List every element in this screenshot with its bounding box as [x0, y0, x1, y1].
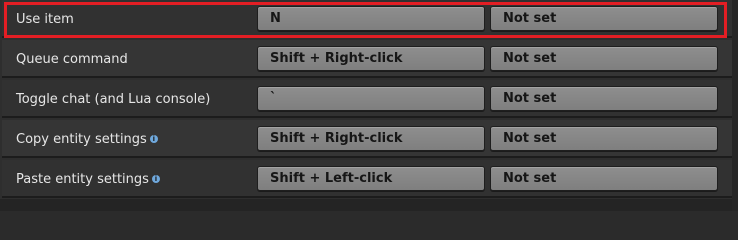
secondary-binding-button[interactable]: Not set [490, 86, 718, 111]
keybinding-label: Toggle chat (and Lua console) [16, 92, 211, 107]
primary-binding-button[interactable]: N [257, 6, 485, 31]
keybindings-panel: Use item N Not set Queue command Shift +… [0, 0, 738, 211]
keybinding-row-use-item: Use item N Not set [2, 0, 732, 38]
row-divider [2, 196, 732, 198]
row-divider [2, 116, 732, 118]
row-divider [2, 156, 732, 158]
row-divider [2, 76, 732, 78]
keybinding-label: Paste entity settings [16, 172, 149, 187]
keybinding-label-wrap: Copy entity settings i [16, 120, 158, 158]
secondary-binding-button[interactable]: Not set [490, 126, 718, 151]
keybinding-row-copy-entity-settings: Copy entity settings i Shift + Right-clic… [2, 120, 732, 158]
secondary-binding-button[interactable]: Not set [490, 166, 718, 191]
keybinding-label: Copy entity settings [16, 132, 147, 147]
keybinding-label: Queue command [16, 52, 128, 67]
primary-binding-button[interactable]: Shift + Right-click [257, 46, 485, 71]
keybinding-label: Use item [16, 12, 74, 27]
row-divider [2, 36, 732, 38]
primary-binding-button[interactable]: Shift + Right-click [257, 126, 485, 151]
secondary-binding-button[interactable]: Not set [490, 46, 718, 71]
keybinding-row-paste-entity-settings: Paste entity settings i Shift + Left-clic… [2, 160, 732, 198]
info-icon[interactable]: i [149, 134, 158, 143]
keybinding-label-wrap: Paste entity settings i [16, 160, 160, 198]
primary-binding-button[interactable]: Shift + Left-click [257, 166, 485, 191]
keybinding-row-toggle-chat: Toggle chat (and Lua console) ` Not set [2, 80, 732, 118]
scrollbar-track [732, 0, 738, 211]
panel-bottom-edge [0, 199, 738, 211]
info-icon[interactable]: i [151, 174, 160, 183]
secondary-binding-button[interactable]: Not set [490, 6, 718, 31]
primary-binding-button[interactable]: ` [257, 86, 485, 111]
keybinding-row-queue-command: Queue command Shift + Right-click Not se… [2, 40, 732, 78]
